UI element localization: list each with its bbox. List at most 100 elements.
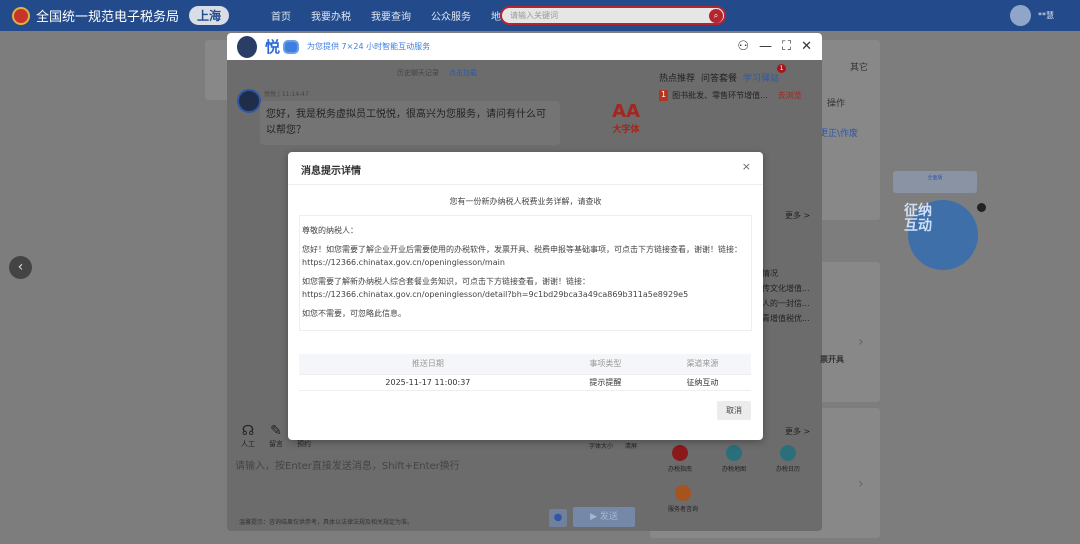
carousel-prev-button[interactable]: ‹ (9, 256, 32, 279)
chat-slogan: 为您提供 7×24 小时智能互动服务 (307, 42, 431, 51)
float-tip-text: 全面版 (927, 175, 943, 181)
paragraph: 您好！如您需要了解企业开业后需要使用的办税软件，发票开具、税费申报等基础事项，可… (302, 245, 742, 254)
human-agent-button[interactable]: ☊ 人工 (241, 423, 255, 449)
label: 办税指南 (668, 466, 693, 473)
link-main[interactable]: https://12366.chinatax.gov.cn/openingles… (302, 258, 505, 267)
cell: 征纳互动 (653, 374, 751, 391)
browse-link[interactable]: 去浏览 (778, 90, 802, 101)
maximize-icon[interactable]: ⛶ (782, 39, 791, 54)
clear-screen-option[interactable]: 清屏 (625, 441, 637, 450)
top-nav: 全国统一规范电子税务局 上海 首页 我要办税 我要查询 公众服务 地方特色 请输… (0, 0, 1080, 31)
label: 预约 (297, 440, 311, 448)
tab-qa-package[interactable]: 问答套餐 (701, 71, 737, 84)
label: 人工 (241, 440, 255, 448)
message-input[interactable]: 请输入，按Enter直接发送消息，Shift+Enter换行 (235, 457, 460, 472)
tab-hot[interactable]: 热点推荐 (659, 71, 695, 84)
search-input[interactable]: 请输入关键词 ⌕ (500, 6, 726, 25)
table-row: 2025-11-17 11:00:37 提示提醒 征纳互动 (299, 374, 751, 391)
dialog-subtitle: 您有一份新办纳税人税费业务详解，请查收 (449, 197, 602, 206)
nav-query[interactable]: 我要查询 (371, 8, 411, 23)
large-font-button[interactable]: AA 大字体 (611, 101, 641, 135)
message-content: 尊敬的纳税人： 您好！如您需要了解企业开业后需要使用的办税软件，发票开具、税费申… (299, 215, 752, 331)
chat-header: 悦 为您提供 7×24 小时智能互动服务 ⚇ — ⛶ ✕ (227, 33, 822, 60)
float-close-icon[interactable] (977, 203, 986, 212)
dialog-title: 消息提示详情 (301, 166, 361, 177)
more-link[interactable]: 更多 > (785, 210, 810, 221)
edit-icon: ✎ (270, 423, 282, 439)
tax-emblem-icon (12, 6, 30, 25)
city-selector[interactable]: 上海 (189, 6, 230, 25)
robot-badge-icon (283, 39, 300, 54)
chevron-right-icon[interactable]: › (858, 334, 864, 350)
column-header: 事项类型 (556, 354, 654, 375)
search-icon[interactable]: ⌕ (709, 9, 723, 23)
link-detail[interactable]: https://12366.chinatax.gov.cn/openingles… (302, 290, 688, 299)
list-item[interactable]: 情况 (762, 266, 810, 281)
chat-brand: 悦 (265, 38, 281, 56)
load-history-link[interactable]: 点击加载 (449, 69, 477, 77)
user-name[interactable]: **慧 (1038, 10, 1054, 21)
invoice-label[interactable]: 票开具 (820, 354, 844, 365)
quick-consult[interactable]: 服务者咨询 (668, 485, 698, 513)
float-label: 征纳互动 (904, 203, 932, 234)
headset-icon: ☊ (241, 423, 255, 439)
greeting: 尊敬的纳税人： (302, 226, 358, 235)
hot-title: 图书批发、零售环节增值... (672, 91, 768, 100)
notification-badge: 1 (777, 64, 786, 73)
quick-guide[interactable]: 办税指南 (668, 445, 692, 473)
map-icon (726, 445, 743, 461)
label: 办税地图 (722, 466, 747, 473)
cancel-button[interactable]: 取消 (717, 401, 751, 420)
font-size-option[interactable]: 字体大小 (589, 441, 613, 450)
hot-item[interactable]: 1 图书批发、零售环节增值... 去浏览 (659, 90, 802, 101)
guide-icon (672, 445, 688, 461)
quick-map[interactable]: 办税地图 (722, 445, 746, 473)
message-detail-dialog: 消息提示详情 × 您有一份新办纳税人税费业务详解，请查收 尊敬的纳税人： 您好！如… (288, 152, 763, 440)
disclaimer: 温馨提示：咨询结果仅供参考，具体以法律法规及相关规定为准。 (239, 519, 414, 526)
tab-learning[interactable]: 学习驿站 (743, 71, 779, 84)
nav-home[interactable]: 首页 (271, 8, 291, 23)
rank: 1 (659, 90, 669, 101)
consult-icon (675, 485, 691, 501)
leave-message-button[interactable]: ✎ 留言 (269, 423, 283, 449)
nav-public-service[interactable]: 公众服务 (431, 8, 471, 23)
tab-other[interactable]: 其它 (850, 60, 868, 73)
font-size-icon: AA (612, 101, 640, 122)
cell: 2025-11-17 11:00:37 (299, 374, 557, 391)
microphone-icon[interactable]: ● (549, 509, 567, 527)
column-header: 渠道来源 (653, 354, 751, 375)
float-tip[interactable]: 全面版 (893, 171, 977, 193)
nav-tax-handling[interactable]: 我要办税 (311, 8, 351, 23)
more-link[interactable]: 更多 > (785, 426, 810, 437)
list-item[interactable]: 青增值税优... (762, 311, 810, 326)
robot-avatar-icon (237, 35, 257, 58)
history-label: 历史聊天记录 (397, 69, 439, 77)
interaction-float-button[interactable]: 征纳互动 (904, 200, 978, 270)
paragraph: 如您不需要，可忽略此信息。 (302, 309, 406, 318)
operation-label: 操作 (826, 99, 845, 109)
message-meta: 悦悦 | 11:14:47 (264, 91, 309, 98)
label: 留言 (269, 440, 283, 448)
column-header: 推送日期 (299, 354, 557, 375)
calendar-icon (780, 445, 797, 461)
user-avatar[interactable] (1010, 5, 1031, 26)
paragraph: 如您需要了解新办纳税人综合套餐业务知识，可点击下方链接查看，谢谢！链接： (302, 277, 590, 286)
label: 办税日历 (776, 466, 801, 473)
minimize-icon[interactable]: — (759, 39, 772, 54)
list-item[interactable]: 传文化增值... (762, 281, 810, 296)
quick-calendar[interactable]: 办税日历 (776, 445, 800, 473)
label: 大字体 (612, 125, 640, 135)
user-icon[interactable]: ⚇ (737, 39, 749, 54)
label: 服务者咨询 (668, 506, 699, 513)
correct-void-link[interactable]: 更正\作废 (819, 126, 858, 139)
close-icon[interactable]: × (742, 160, 751, 173)
close-icon[interactable]: ✕ (801, 39, 812, 54)
chevron-right-icon[interactable]: › (858, 476, 864, 492)
send-button[interactable]: ▶ 发送 (573, 507, 635, 527)
bot-avatar (237, 89, 261, 113)
bot-message: 您好，我是税务虚拟员工悦悦，很高兴为您服务，请问有什么可以帮您？ (260, 101, 560, 145)
list-item[interactable]: 人的一封信... (762, 296, 810, 311)
search-placeholder: 请输入关键词 (510, 11, 558, 20)
cell: 提示提醒 (556, 374, 654, 391)
site-title: 全国统一规范电子税务局 (36, 10, 180, 25)
